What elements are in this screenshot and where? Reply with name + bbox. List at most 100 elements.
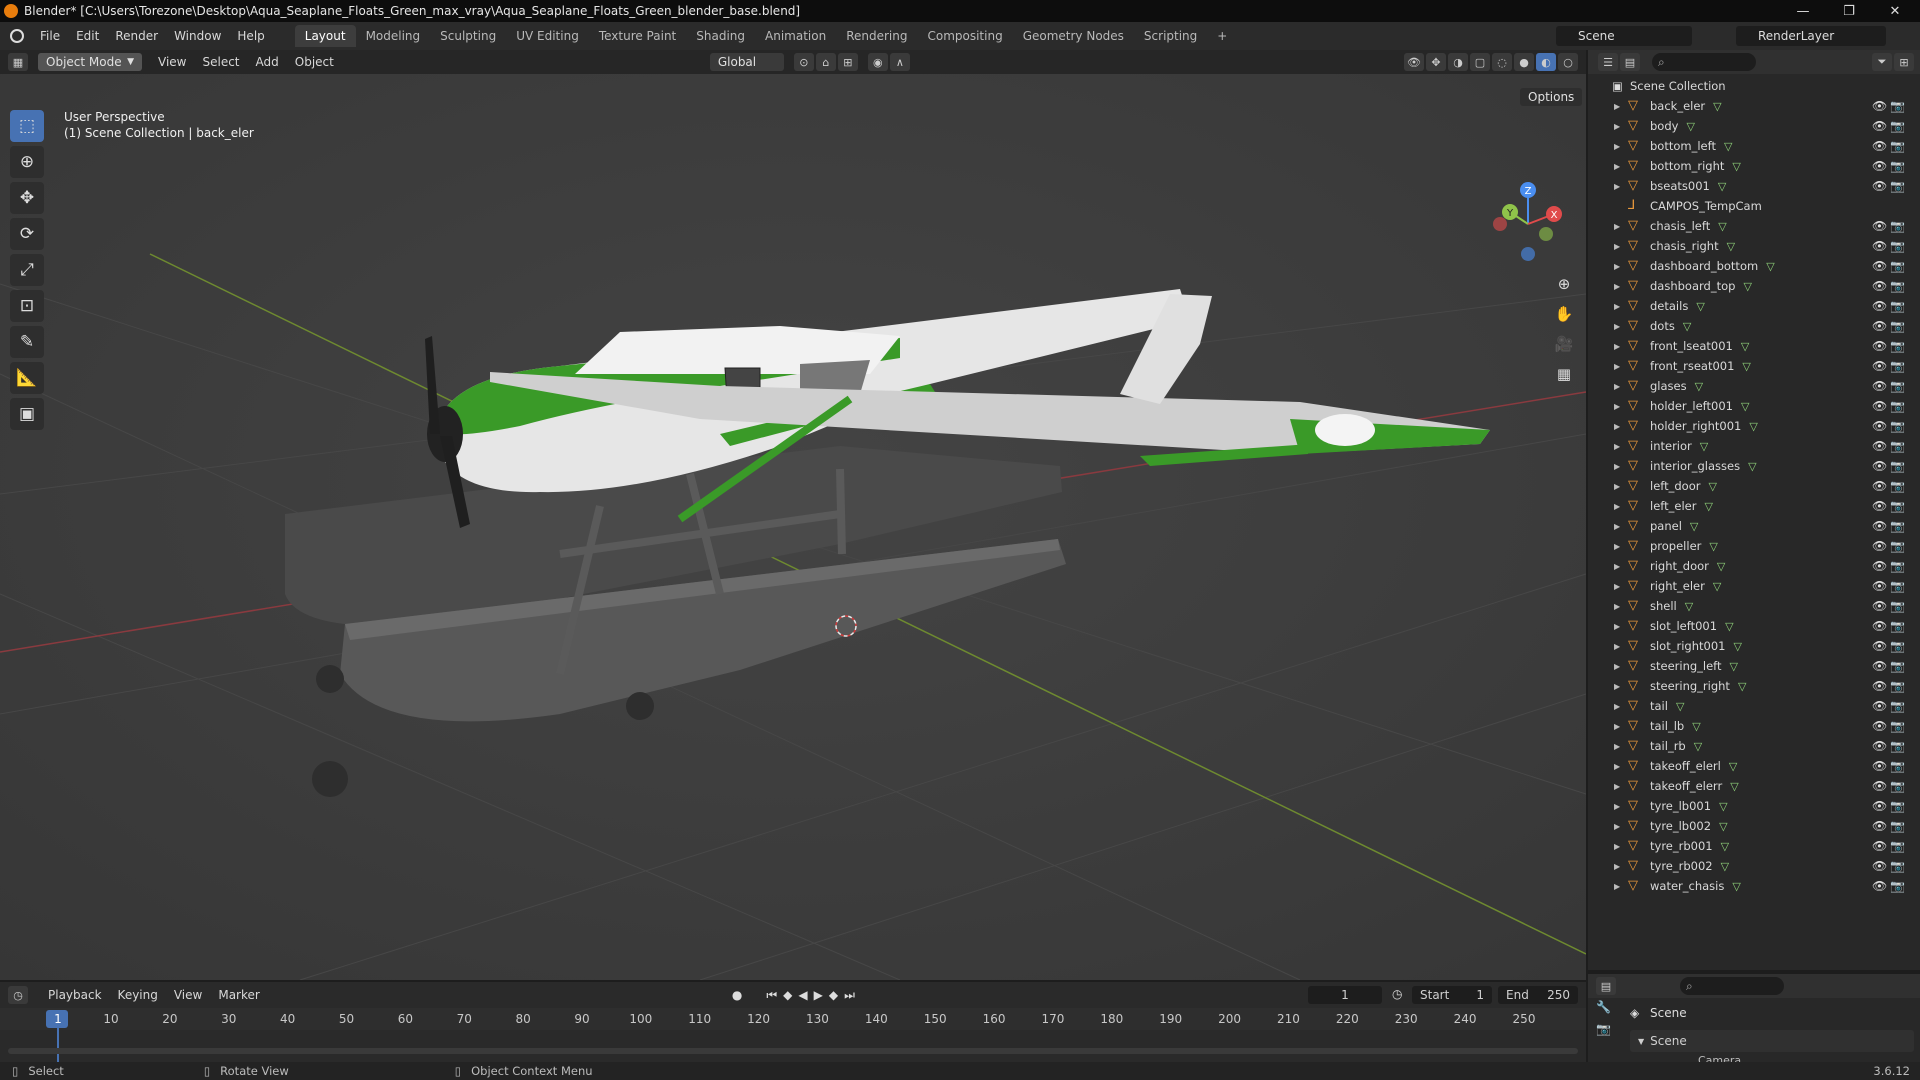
expand-arrow-icon[interactable]: ▶ [1614,822,1620,831]
render-camera-icon[interactable]: 📷 [1890,379,1905,393]
outliner-item[interactable]: ▶ ▽ right_eler ▽ 👁 📷 [1588,576,1920,596]
visibility-eye-icon[interactable]: 👁 [1872,439,1887,453]
render-camera-icon[interactable]: 📷 [1890,99,1905,113]
render-camera-icon[interactable]: 📷 [1890,759,1905,773]
expand-arrow-icon[interactable]: ▶ [1614,262,1620,271]
mesh-data-icon[interactable]: ▽ [1724,140,1732,153]
menu-marker[interactable]: Marker [210,988,267,1002]
render-camera-icon[interactable]: 📷 [1890,539,1905,553]
render-camera-icon[interactable]: 📷 [1890,799,1905,813]
scene-selector[interactable]: Scene [1556,26,1692,46]
tool-settings-icon[interactable]: 🔧 [1596,1000,1618,1014]
start-frame-field[interactable]: Start 1 [1412,986,1492,1004]
prev-keyframe-icon[interactable]: ◆ [783,988,792,1003]
expand-arrow-icon[interactable]: ▶ [1614,162,1620,171]
expand-arrow-icon[interactable]: ▶ [1614,622,1620,631]
next-keyframe-icon[interactable]: ◆ [829,988,838,1003]
mesh-data-icon[interactable]: ▽ [1741,340,1749,353]
pan-hand-icon[interactable]: ✋ [1550,300,1578,328]
outliner-item[interactable]: ▶ ▽ front_lseat001 ▽ 👁 📷 [1588,336,1920,356]
menu-object[interactable]: Object [287,55,342,69]
visibility-eye-icon[interactable]: 👁 [1872,619,1887,633]
rotate-icon[interactable]: ⟳ [10,218,44,250]
visibility-eye-icon[interactable]: 👁 [1872,139,1887,153]
visibility-eye-icon[interactable]: 👁 [1872,299,1887,313]
mesh-data-icon[interactable]: ▽ [1729,760,1737,773]
xray-toggle-icon[interactable]: ▢ [1470,53,1490,71]
outliner-item[interactable]: ▶ ▽ tyre_lb002 ▽ 👁 📷 [1588,816,1920,836]
visibility-eye-icon[interactable]: 👁 [1872,879,1887,893]
scene-panel-header[interactable]: ▼ Scene [1630,1030,1914,1052]
outliner-search-field[interactable]: ⌕ [1652,53,1756,71]
outliner-item[interactable]: ▶ ▽ front_rseat001 ▽ 👁 📷 [1588,356,1920,376]
render-camera-icon[interactable]: 📷 [1890,559,1905,573]
visibility-icon[interactable]: 👁 [1404,53,1424,71]
current-frame-field[interactable]: 1 [1308,986,1382,1004]
transform-icon[interactable]: ⊡ [10,290,44,322]
expand-arrow-icon[interactable]: ▶ [1614,402,1620,411]
expand-arrow-icon[interactable]: ▶ [1614,502,1620,511]
visibility-eye-icon[interactable]: 👁 [1872,859,1887,873]
expand-arrow-icon[interactable]: ▶ [1614,562,1620,571]
expand-arrow-icon[interactable]: ▶ [1614,702,1620,711]
mesh-data-icon[interactable]: ▽ [1732,160,1740,173]
rendered-shading-icon[interactable]: ○ [1558,53,1578,71]
solid-shading-icon[interactable]: ● [1514,53,1534,71]
mode-dropdown[interactable]: Object Mode ▼ [38,53,142,71]
visibility-eye-icon[interactable]: 👁 [1872,559,1887,573]
render-camera-icon[interactable]: 📷 [1890,639,1905,653]
close-button[interactable]: ✕ [1872,0,1918,22]
mesh-data-icon[interactable]: ▽ [1730,660,1738,673]
mesh-data-icon[interactable]: ▽ [1708,480,1716,493]
mesh-data-icon[interactable]: ▽ [1694,740,1702,753]
expand-arrow-icon[interactable]: ▶ [1614,542,1620,551]
outliner-item[interactable]: ▶ ▽ slot_left001 ▽ 👁 📷 [1588,616,1920,636]
expand-arrow-icon[interactable]: ▶ [1614,722,1620,731]
visibility-eye-icon[interactable]: 👁 [1872,239,1887,253]
visibility-eye-icon[interactable]: 👁 [1872,119,1887,133]
render-camera-icon[interactable]: 📷 [1890,579,1905,593]
expand-arrow-icon[interactable]: ▶ [1614,222,1620,231]
mesh-data-icon[interactable]: ▽ [1733,640,1741,653]
visibility-eye-icon[interactable]: 👁 [1872,819,1887,833]
render-camera-icon[interactable]: 📷 [1890,879,1905,893]
expand-arrow-icon[interactable]: ▶ [1614,322,1620,331]
minimize-button[interactable]: — [1780,0,1826,22]
mesh-data-icon[interactable]: ▽ [1686,120,1694,133]
display-mode-icon[interactable]: ▤ [1620,53,1640,71]
render-camera-icon[interactable]: 📷 [1890,479,1905,493]
tab-texture-paint[interactable]: Texture Paint [589,25,686,47]
visibility-eye-icon[interactable]: 👁 [1872,779,1887,793]
visibility-eye-icon[interactable]: 👁 [1872,719,1887,733]
render-camera-icon[interactable]: 📷 [1890,139,1905,153]
menu-timeline-view[interactable]: View [166,988,210,1002]
outliner-item[interactable]: ▶ ▽ tail_rb ▽ 👁 📷 [1588,736,1920,756]
render-camera-icon[interactable]: 📷 [1890,739,1905,753]
outliner-item[interactable]: ▶ ▽ steering_left ▽ 👁 📷 [1588,656,1920,676]
expand-arrow-icon[interactable]: ▶ [1614,102,1620,111]
visibility-eye-icon[interactable]: 👁 [1872,259,1887,273]
outliner-item[interactable]: ▶ ▽ details ▽ 👁 📷 [1588,296,1920,316]
visibility-eye-icon[interactable]: 👁 [1872,379,1887,393]
render-camera-icon[interactable]: 📷 [1890,619,1905,633]
expand-arrow-icon[interactable]: ▶ [1614,802,1620,811]
menu-window[interactable]: Window [166,29,229,43]
expand-arrow-icon[interactable]: ▶ [1614,642,1620,651]
render-camera-icon[interactable]: 📷 [1890,299,1905,313]
render-camera-icon[interactable]: 📷 [1890,819,1905,833]
zoom-icon[interactable]: ⊕ [1550,270,1578,298]
render-properties-icon[interactable]: 📷 [1596,1022,1618,1036]
play-reverse-icon[interactable]: ◀ [798,988,807,1003]
mesh-data-icon[interactable]: ▽ [1718,220,1726,233]
visibility-eye-icon[interactable]: 👁 [1872,639,1887,653]
3d-viewport[interactable]: Z Y X User Perspective (1) Scene Collect… [0,74,1586,980]
move-icon[interactable]: ✥ [10,182,44,214]
expand-arrow-icon[interactable]: ▶ [1614,342,1620,351]
measure-icon[interactable]: 📐 [10,362,44,394]
expand-arrow-icon[interactable]: ▶ [1614,242,1620,251]
visibility-eye-icon[interactable]: 👁 [1872,399,1887,413]
visibility-eye-icon[interactable]: 👁 [1872,339,1887,353]
outliner-item[interactable]: ▶ ▽ right_door ▽ 👁 📷 [1588,556,1920,576]
outliner-item[interactable]: ▶ ▽ bottom_left ▽ 👁 📷 [1588,136,1920,156]
render-camera-icon[interactable]: 📷 [1890,339,1905,353]
